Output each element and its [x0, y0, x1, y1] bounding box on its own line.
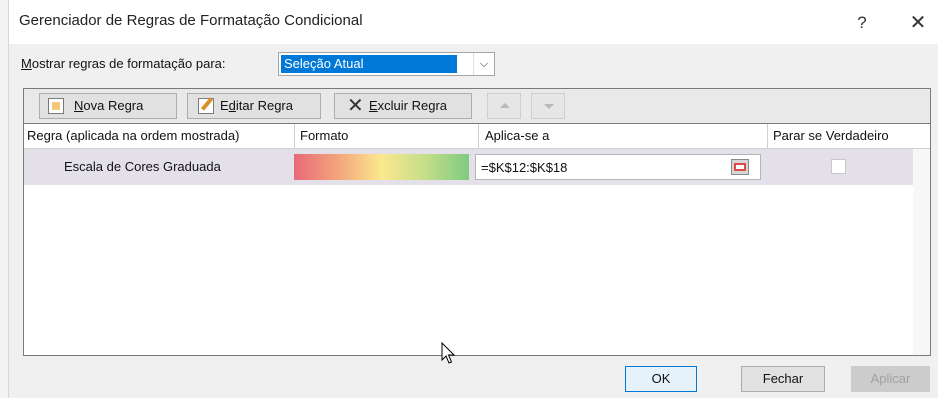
format-preview-color-scale — [294, 154, 469, 180]
close-button[interactable]: Fechar — [741, 366, 825, 392]
delete-rule-button[interactable]: ✕ Excluir Regra — [334, 93, 472, 119]
dialog-body: Mostrar regras de formatação para: Seleç… — [9, 44, 938, 398]
title-bar: Gerenciador de Regras de Formatação Cond… — [9, 0, 938, 44]
close-window-button[interactable]: ✕ — [902, 8, 934, 38]
new-rule-icon — [48, 98, 64, 114]
rule-name-cell: Escala de Cores Graduada — [64, 159, 221, 174]
rules-toolbar: Nova Regra Editar Regra ✕ Excluir Regra — [23, 88, 931, 123]
edit-rule-label: Editar Regra — [220, 98, 293, 113]
window-left-edge — [0, 0, 9, 398]
range-select-icon[interactable] — [731, 159, 749, 175]
stop-if-true-checkbox[interactable] — [831, 159, 846, 174]
applies-to-value[interactable]: =$K$12:$K$18 — [481, 160, 567, 175]
column-header-format[interactable]: Formato — [295, 124, 479, 148]
delete-rule-label: Excluir Regra — [369, 98, 448, 113]
column-header-stop-if-true[interactable]: Parar se Verdadeiro — [768, 124, 930, 148]
rules-grid: Regra (aplicada na ordem mostrada) Forma… — [23, 123, 931, 356]
show-rules-label: Mostrar regras de formatação para: — [21, 56, 226, 71]
show-rules-selected-value[interactable]: Seleção Atual — [281, 55, 457, 73]
move-down-button[interactable] — [531, 93, 565, 119]
window-title: Gerenciador de Regras de Formatação Cond… — [19, 12, 363, 29]
move-up-button[interactable] — [487, 93, 521, 119]
ok-button[interactable]: OK — [625, 366, 697, 392]
help-button[interactable]: ? — [847, 8, 877, 38]
arrow-up-icon — [500, 103, 510, 108]
applies-to-input[interactable]: =$K$12:$K$18 — [475, 154, 761, 180]
grid-header: Regra (aplicada na ordem mostrada) Forma… — [24, 124, 930, 149]
show-rules-dropdown[interactable]: Seleção Atual ⌵ — [278, 52, 495, 76]
table-row[interactable]: Escala de Cores Graduada =$K$12:$K$18 — [24, 149, 913, 185]
chevron-down-icon[interactable]: ⌵ — [473, 53, 494, 75]
new-rule-button[interactable]: Nova Regra — [39, 93, 177, 119]
arrow-down-icon — [544, 104, 554, 109]
grid-scrollbar[interactable] — [913, 149, 930, 355]
new-rule-label: Nova Regra — [74, 98, 144, 113]
edit-rule-icon — [198, 98, 214, 114]
column-header-rule[interactable]: Regra (aplicada na ordem mostrada) — [24, 124, 295, 148]
delete-x-icon: ✕ — [347, 95, 364, 117]
apply-button[interactable]: Aplicar — [851, 366, 930, 392]
edit-rule-button[interactable]: Editar Regra — [187, 93, 321, 119]
column-header-applies-to[interactable]: Aplica-se a — [479, 124, 768, 148]
mouse-cursor-icon — [441, 342, 456, 364]
